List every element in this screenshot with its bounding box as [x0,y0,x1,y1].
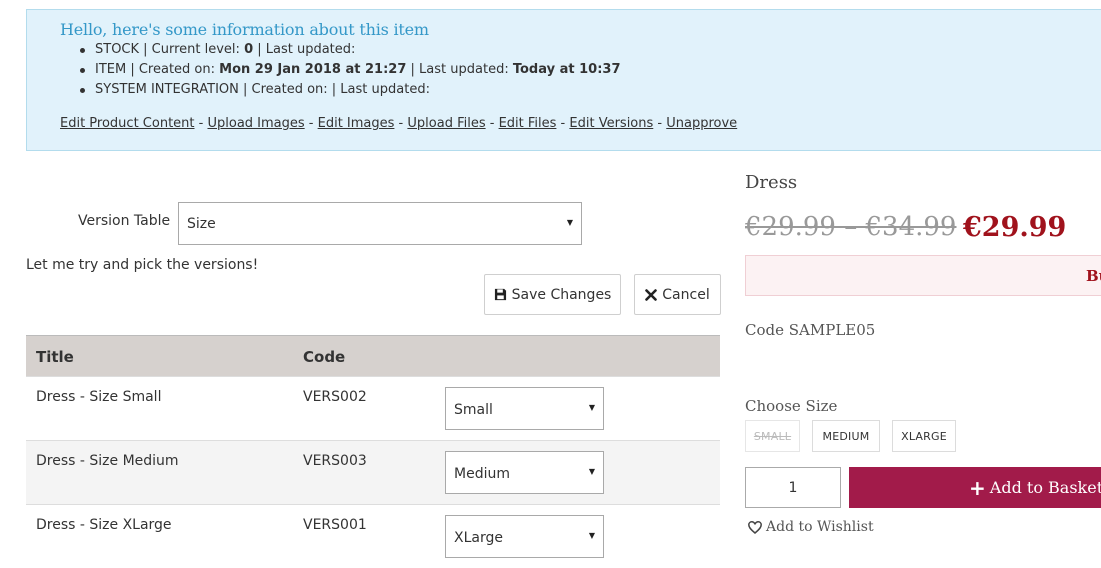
version-table-value: Size [187,216,216,232]
row-code: VERS003 [303,453,367,469]
choose-size-label: Choose Size [745,397,838,415]
table-row: Dress - Size Medium VERS003 Medium ▼ [26,440,720,504]
item-info: ITEM | Created on: Mon 29 Jan 2018 at 21… [75,61,621,81]
row-version-value: Small [454,402,493,418]
row-version-select[interactable]: Small ▼ [445,387,604,430]
upload-images-link[interactable]: Upload Images [207,116,304,131]
size-option-xlarge[interactable]: XLARGE [892,420,956,452]
caret-down-icon: ▼ [588,467,595,476]
admin-links: Edit Product Content - Upload Images - E… [60,116,738,131]
row-version-value: Medium [454,466,510,482]
row-title: Dress - Size Medium [36,453,179,469]
versions-table-header: Title Code [26,335,720,376]
sale-price: €29.99 [963,212,1067,243]
unapprove-link[interactable]: Unapprove [666,116,737,131]
column-header-title: Title [36,348,74,366]
upload-files-link[interactable]: Upload Files [407,116,485,131]
stock-level: 0 [244,42,254,57]
version-table-select[interactable]: Size ▼ [178,202,582,245]
system-integration-info: SYSTEM INTEGRATION | Created on: | Last … [75,81,621,101]
edit-versions-link[interactable]: Edit Versions [569,116,653,131]
caret-down-icon: ▼ [566,218,573,227]
size-option-small[interactable]: SMALL [745,420,800,452]
buy-banner: Bu [745,255,1101,296]
save-changes-label: Save Changes [511,286,612,303]
original-price-range: €29.99 – €34.99 [745,212,957,242]
add-to-wishlist-link[interactable]: Add to Wishlist [748,519,874,535]
stock-info: STOCK | Current level: 0 | Last updated: [75,41,621,61]
buy-banner-text: Bu [1086,267,1101,285]
row-version-select[interactable]: XLarge ▼ [445,515,604,558]
row-title: Dress - Size Small [36,389,162,405]
info-title: Hello, here's some information about thi… [60,20,429,39]
save-changes-button[interactable]: Save Changes [484,274,621,315]
add-to-basket-button[interactable]: + Add to Basket [849,467,1101,508]
table-row: Dress - Size Small VERS002 Small ▼ [26,376,720,440]
row-title: Dress - Size XLarge [36,517,172,533]
product-name: Dress [745,172,798,193]
row-version-value: XLarge [454,530,503,546]
edit-files-link[interactable]: Edit Files [499,116,557,131]
edit-product-content-link[interactable]: Edit Product Content [60,116,195,131]
row-version-select[interactable]: Medium ▼ [445,451,604,494]
item-info-panel: Hello, here's some information about thi… [26,9,1101,151]
edit-images-link[interactable]: Edit Images [318,116,395,131]
row-code: VERS001 [303,517,367,533]
caret-down-icon: ▼ [588,403,595,412]
cancel-label: Cancel [662,286,710,303]
row-code: VERS002 [303,389,367,405]
quantity-input[interactable]: 1 [745,467,841,508]
cancel-button[interactable]: Cancel [634,274,721,315]
add-to-basket-label: Add to Basket [989,478,1101,497]
heart-icon [748,520,762,534]
add-to-wishlist-label: Add to Wishlist [766,519,874,535]
caret-down-icon: ▼ [588,531,595,540]
floppy-disk-icon [494,288,507,301]
info-list: STOCK | Current level: 0 | Last updated:… [75,41,621,101]
column-header-code: Code [303,348,346,366]
product-code: Code SAMPLE05 [745,321,876,339]
x-icon [645,288,658,301]
version-table-label: Version Table [78,213,171,229]
plus-icon: + [969,475,986,500]
created-date: Mon 29 Jan 2018 at 21:27 [219,62,407,77]
versions-hint: Let me try and pick the versions! [26,257,259,273]
size-option-medium[interactable]: MEDIUM [812,420,880,452]
table-row: Dress - Size XLarge VERS001 XLarge ▼ [26,504,720,568]
updated-date: Today at 10:37 [512,62,621,77]
